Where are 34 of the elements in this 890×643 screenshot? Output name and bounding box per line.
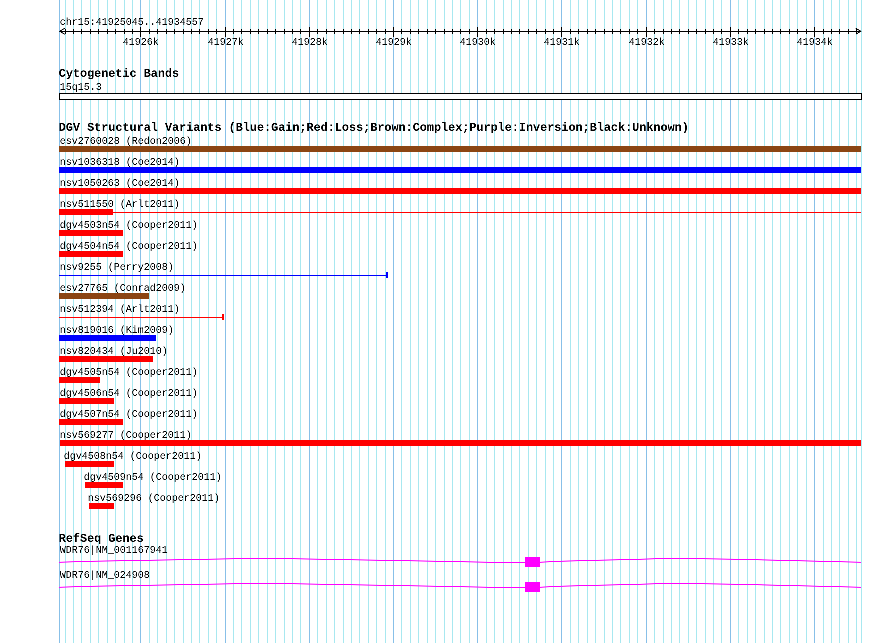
- variant-label: dgv4507n54 (Cooper2011): [60, 410, 198, 421]
- tick-label: 41929k: [376, 38, 412, 49]
- tick-label: 41934k: [797, 38, 833, 49]
- variant-label: dgv4504n54 (Cooper2011): [60, 242, 198, 253]
- variant-label: dgv4509n54 (Cooper2011): [84, 473, 222, 484]
- variant-label: nsv569296 (Cooper2011): [88, 494, 220, 505]
- tick-label: 41926k: [123, 38, 159, 49]
- band-label: 15q15.3: [60, 83, 102, 94]
- variant-label: dgv4508n54 (Cooper2011): [64, 452, 202, 463]
- variant-label: dgv4505n54 (Cooper2011): [60, 368, 198, 379]
- position-label: chr15:41925045..41934557: [60, 18, 204, 29]
- tick-label: 41928k: [292, 38, 328, 49]
- variant-label: esv27765 (Conrad2009): [60, 284, 186, 295]
- tick-label: 41932k: [629, 38, 665, 49]
- variant-label: dgv4503n54 (Cooper2011): [60, 221, 198, 232]
- variant-label: nsv1036318 (Coe2014): [60, 158, 180, 169]
- transcript-label: WDR76|NM_024908: [60, 571, 150, 582]
- variant-label: nsv9255 (Perry2008): [60, 263, 174, 274]
- track-title: RefSeq Genes: [59, 532, 144, 546]
- variant-label: nsv820434 (Ju2010): [60, 347, 168, 358]
- tick-label: 41931k: [544, 38, 580, 49]
- variant-label: nsv511550 (Arlt2011): [60, 200, 180, 211]
- variant-label: nsv819016 (Kim2009): [60, 326, 174, 337]
- tick-label: 41930k: [460, 38, 496, 49]
- variant-label: esv2760028 (Redon2006): [60, 137, 192, 148]
- track-title: DGV Structural Variants (Blue:Gain;Red:Loss;Brown:Complex;Purple:Inversion;Black:Unknown): [59, 121, 690, 135]
- tick-label: 41933k: [713, 38, 749, 49]
- tick-label: 41927k: [208, 38, 244, 49]
- transcript-label: WDR76|NM_001167941: [60, 546, 168, 557]
- variant-label: nsv1050263 (Coe2014): [60, 179, 180, 190]
- variant-label: nsv569277 (Cooper2011): [60, 431, 192, 442]
- variant-label: nsv512394 (Arlt2011): [60, 305, 180, 316]
- track-title: Cytogenetic Bands: [59, 67, 180, 81]
- variant-label: dgv4506n54 (Cooper2011): [60, 389, 198, 400]
